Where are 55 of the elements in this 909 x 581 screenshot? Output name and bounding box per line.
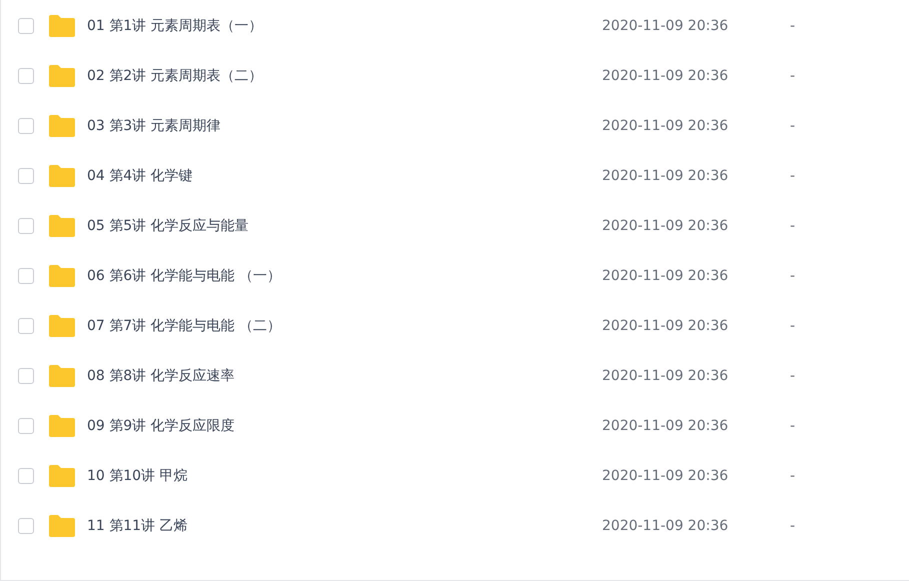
folder-icon [49, 315, 75, 337]
folder-icon [49, 165, 75, 187]
checkbox[interactable] [18, 168, 34, 184]
checkbox[interactable] [18, 318, 34, 334]
file-name[interactable]: 09 第9讲 化学反应限度 [87, 417, 602, 435]
checkbox[interactable] [18, 218, 34, 234]
file-name[interactable]: 02 第2讲 元素周期表（二） [87, 67, 602, 85]
file-name[interactable]: 03 第3讲 元素周期律 [87, 117, 602, 135]
file-name[interactable]: 05 第5讲 化学反应与能量 [87, 217, 602, 235]
folder-icon [49, 465, 75, 487]
file-size: - [790, 218, 796, 234]
folder-icon [49, 515, 75, 537]
modified-date: 2020-11-09 20:36 [602, 18, 730, 34]
file-name[interactable]: 01 第1讲 元素周期表（一） [87, 17, 602, 35]
modified-date: 2020-11-09 20:36 [602, 118, 730, 134]
checkbox[interactable] [18, 518, 34, 534]
file-size: - [790, 468, 796, 484]
file-size: - [790, 168, 796, 184]
folder-icon [49, 15, 75, 37]
checkbox[interactable] [18, 468, 34, 484]
checkbox[interactable] [18, 368, 34, 384]
file-size: - [790, 68, 796, 84]
modified-date: 2020-11-09 20:36 [602, 468, 730, 484]
file-size: - [790, 318, 796, 334]
file-size: - [790, 118, 796, 134]
modified-date: 2020-11-09 20:36 [602, 518, 730, 534]
checkbox[interactable] [18, 68, 34, 84]
file-name[interactable]: 10 第10讲 甲烷 [87, 467, 602, 485]
modified-date: 2020-11-09 20:36 [602, 218, 730, 234]
folder-icon [49, 115, 75, 137]
file-size: - [790, 518, 796, 534]
checkbox[interactable] [18, 118, 34, 134]
file-name[interactable]: 07 第7讲 化学能与电能 （二） [87, 317, 602, 335]
modified-date: 2020-11-09 20:36 [602, 368, 730, 384]
modified-date: 2020-11-09 20:36 [602, 268, 730, 284]
file-name[interactable]: 11 第11讲 乙烯 [87, 517, 602, 535]
modified-date: 2020-11-09 20:36 [602, 168, 730, 184]
modified-date: 2020-11-09 20:36 [602, 318, 730, 334]
modified-date: 2020-11-09 20:36 [602, 418, 730, 434]
folder-icon [49, 65, 75, 87]
file-name[interactable]: 04 第4讲 化学键 [87, 167, 602, 185]
file-size: - [790, 268, 796, 284]
checkbox[interactable] [18, 418, 34, 434]
folder-icon [49, 365, 75, 387]
file-size: - [790, 18, 796, 34]
file-name[interactable]: 06 第6讲 化学能与电能 （一） [87, 267, 602, 285]
checkbox[interactable] [18, 18, 34, 34]
folder-icon [49, 215, 75, 237]
file-size: - [790, 368, 796, 384]
folder-icon [49, 265, 75, 287]
folder-icon [49, 415, 75, 437]
checkbox[interactable] [18, 268, 34, 284]
file-size: - [790, 418, 796, 434]
file-name[interactable]: 08 第8讲 化学反应速率 [87, 367, 602, 385]
modified-date: 2020-11-09 20:36 [602, 68, 730, 84]
